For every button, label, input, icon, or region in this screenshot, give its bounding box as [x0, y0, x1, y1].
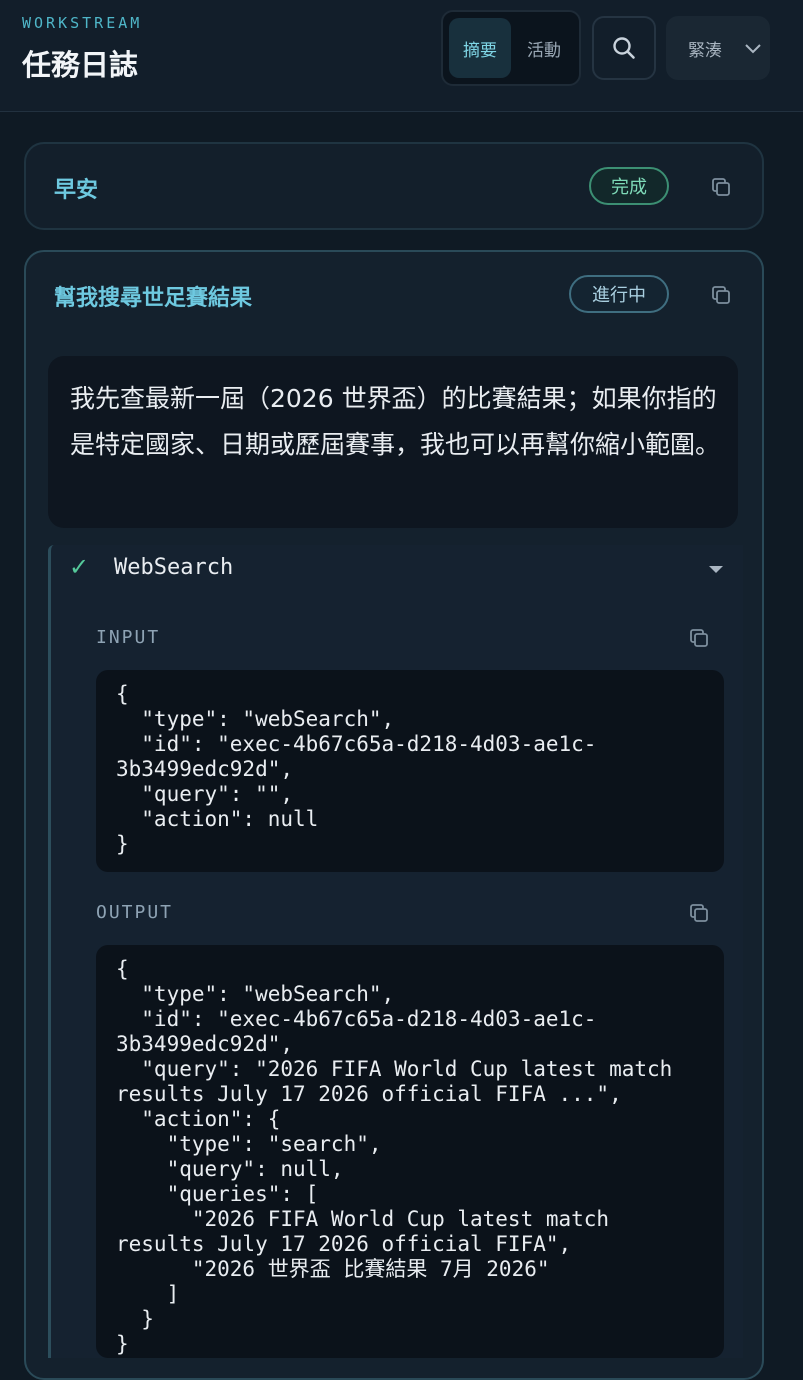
- card-title: 早安: [54, 178, 99, 203]
- app-header: WORKSTREAM 任務日誌 摘要 活動 緊湊: [0, 0, 803, 112]
- status-badge: 完成: [589, 167, 669, 205]
- output-code: { "type": "webSearch", "id": "exec-4b67c…: [116, 957, 673, 1356]
- input-label: INPUT: [96, 627, 161, 648]
- check-icon: ✓: [69, 553, 90, 581]
- copy-icon[interactable]: [710, 284, 732, 306]
- tab-activity[interactable]: 活動: [513, 18, 575, 78]
- copy-icon[interactable]: [688, 627, 710, 649]
- assistant-message: 我先查最新一屆（2026 世界盃）的比賽結果；如果你指的是特定國家、日期或歷屆賽…: [48, 356, 738, 528]
- copy-icon[interactable]: [688, 902, 710, 924]
- card-title: 幫我搜尋世足賽結果: [54, 286, 253, 311]
- search-icon: [613, 37, 635, 59]
- tool-call-websearch: ✓ WebSearch INPUT { "type": "webSearch",…: [48, 545, 743, 1358]
- page-title: 任務日誌: [22, 48, 139, 82]
- output-label: OUTPUT: [96, 902, 174, 923]
- output-code-block: { "type": "webSearch", "id": "exec-4b67c…: [96, 945, 724, 1358]
- search-button[interactable]: [592, 16, 656, 80]
- message-text: 我先查最新一屆（2026 世界盃）的比賽結果；如果你指的是特定國家、日期或歷屆賽…: [70, 384, 721, 459]
- brand-eyebrow: WORKSTREAM: [22, 14, 143, 32]
- copy-icon[interactable]: [710, 176, 732, 198]
- input-code-block: { "type": "webSearch", "id": "exec-4b67c…: [96, 670, 724, 872]
- input-code: { "type": "webSearch", "id": "exec-4b67c…: [116, 682, 597, 856]
- tab-summary[interactable]: 摘要: [449, 18, 511, 78]
- chevron-down-icon: [745, 44, 761, 54]
- caret-down-icon[interactable]: [708, 565, 724, 575]
- density-select-value: 緊湊: [688, 40, 722, 61]
- density-select[interactable]: 緊湊: [666, 16, 770, 80]
- tool-name: WebSearch: [114, 555, 234, 580]
- status-badge: 進行中: [569, 275, 669, 313]
- view-toggle: 摘要 活動: [441, 10, 581, 86]
- task-card-good-morning[interactable]: 早安 完成: [24, 142, 764, 230]
